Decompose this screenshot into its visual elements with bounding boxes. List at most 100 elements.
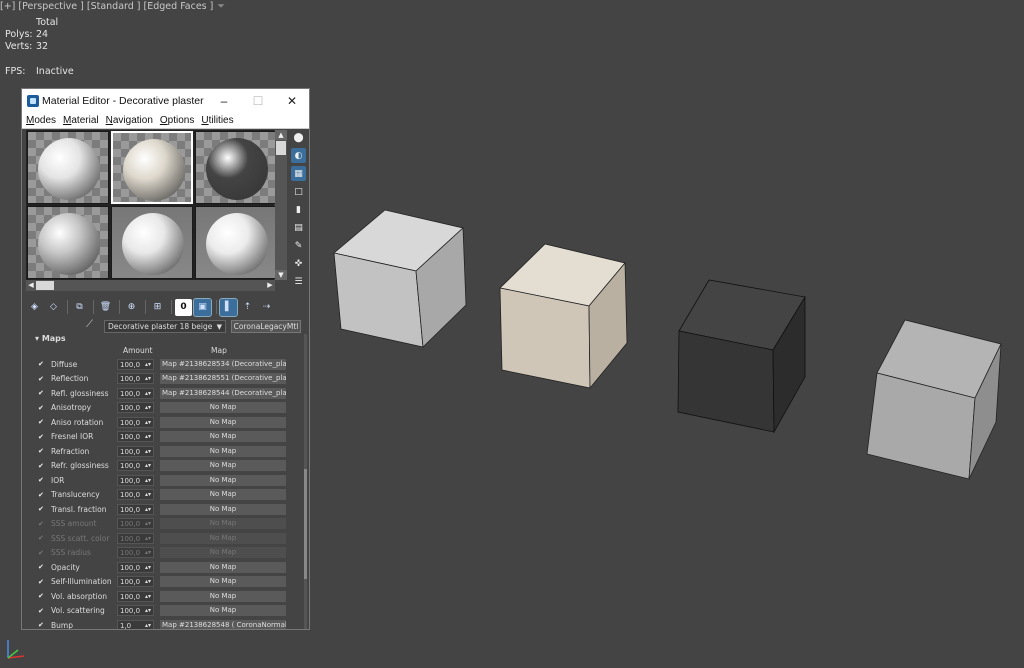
amount-spinner[interactable]: 100,0 ▴▾: [117, 518, 154, 530]
spinner-arrows-icon[interactable]: ▴▾: [145, 563, 151, 573]
reset-map-icon[interactable]: 🗑: [97, 299, 114, 316]
menu-modes[interactable]: Modes: [26, 115, 56, 126]
minimize-button[interactable]: –: [207, 94, 241, 108]
select-by-material-icon[interactable]: ✜: [291, 256, 306, 271]
map-enable-checkbox[interactable]: ✔: [38, 360, 46, 368]
options-icon[interactable]: ✎: [291, 238, 306, 253]
hscroll-thumb[interactable]: [36, 281, 54, 290]
map-button[interactable]: No Map: [160, 518, 286, 530]
background-checker-icon[interactable]: ▦: [291, 166, 306, 181]
map-enable-checkbox[interactable]: ✔: [38, 433, 46, 441]
spinner-arrows-icon[interactable]: ▴▾: [145, 519, 151, 529]
assign-to-selection-icon[interactable]: ⧉: [71, 299, 88, 316]
rollout-scroll-thumb[interactable]: [304, 469, 307, 579]
map-button[interactable]: No Map: [160, 503, 286, 515]
video-color-check-icon[interactable]: ▮: [291, 202, 306, 217]
map-button[interactable]: No Map: [160, 489, 286, 501]
map-button[interactable]: No Map: [160, 445, 286, 457]
amount-spinner[interactable]: 100,0 ▴▾: [117, 387, 154, 399]
map-button[interactable]: No Map: [160, 402, 286, 414]
amount-spinner[interactable]: 100,0 ▴▾: [117, 474, 154, 486]
cube-dark[interactable]: [677, 279, 806, 434]
material-slot[interactable]: [27, 206, 109, 279]
maximize-button[interactable]: ☐: [241, 94, 275, 108]
sample-uv-tiling-icon[interactable]: □: [291, 184, 306, 199]
map-button[interactable]: No Map: [160, 561, 286, 573]
map-enable-checkbox[interactable]: ✔: [38, 607, 46, 615]
maps-rollout-header[interactable]: ▾ Maps: [35, 334, 66, 343]
map-button[interactable]: No Map: [160, 532, 286, 544]
map-button[interactable]: Map #2138628548 ( CoronaNormal: [160, 619, 286, 629]
pick-material-eyedropper-icon[interactable]: ⟋: [86, 319, 100, 333]
map-button[interactable]: No Map: [160, 416, 286, 428]
material-editor-window[interactable]: Material Editor - Decorative plaster 18.…: [21, 88, 310, 630]
make-unique-icon[interactable]: ⊕: [123, 299, 140, 316]
make-preview-icon[interactable]: ▤: [291, 220, 306, 235]
go-forward-sibling-icon[interactable]: ⇢: [258, 299, 275, 316]
show-shaded-material-icon[interactable]: ▣: [193, 297, 212, 317]
amount-spinner[interactable]: 100,0 ▴▾: [117, 489, 154, 501]
map-button[interactable]: No Map: [160, 590, 286, 602]
cube-white[interactable]: [333, 209, 467, 348]
map-button[interactable]: No Map: [160, 474, 286, 486]
amount-spinner[interactable]: 100,0 ▴▾: [117, 358, 154, 370]
spinner-arrows-icon[interactable]: ▴▾: [145, 505, 151, 515]
map-button[interactable]: Map #2138628544 (Decorative_plast: [160, 387, 286, 399]
get-material-icon[interactable]: ◈: [26, 299, 43, 316]
amount-spinner[interactable]: 100,0 ▴▾: [117, 605, 154, 617]
amount-spinner[interactable]: 1,0 ▴▾: [117, 619, 154, 629]
amount-spinner[interactable]: 100,0 ▴▾: [117, 445, 154, 457]
map-button[interactable]: No Map: [160, 605, 286, 617]
map-enable-checkbox[interactable]: ✔: [38, 520, 46, 528]
scroll-down-icon[interactable]: ▼: [275, 270, 287, 280]
spinner-arrows-icon[interactable]: ▴▾: [145, 432, 151, 442]
material-slot[interactable]: [111, 131, 193, 204]
close-button[interactable]: ✕: [275, 94, 309, 108]
spinner-arrows-icon[interactable]: ▴▾: [145, 592, 151, 602]
menu-options[interactable]: Options: [160, 115, 194, 126]
material-type-button[interactable]: CoronaLegacyMtl: [231, 319, 301, 333]
spinner-arrows-icon[interactable]: ▴▾: [145, 606, 151, 616]
cube-beige[interactable]: [499, 243, 628, 390]
map-enable-checkbox[interactable]: ✔: [38, 621, 46, 629]
material-name-dropdown[interactable]: Decorative plaster 18 beige ▼: [104, 319, 226, 333]
spinner-arrows-icon[interactable]: ▴▾: [145, 621, 151, 629]
spinner-arrows-icon[interactable]: ▴▾: [145, 418, 151, 428]
map-enable-checkbox[interactable]: ✔: [38, 592, 46, 600]
map-enable-checkbox[interactable]: ✔: [38, 505, 46, 513]
spinner-arrows-icon[interactable]: ▴▾: [145, 476, 151, 486]
material-map-navigator-icon[interactable]: ☰: [291, 274, 306, 289]
spinner-arrows-icon[interactable]: ▴▾: [145, 389, 151, 399]
amount-spinner[interactable]: 100,0 ▴▾: [117, 416, 154, 428]
map-enable-checkbox[interactable]: ✔: [38, 404, 46, 412]
material-id-channel-icon[interactable]: 0: [175, 298, 192, 316]
spinner-arrows-icon[interactable]: ▴▾: [145, 534, 151, 544]
material-slot[interactable]: [27, 131, 109, 204]
spinner-arrows-icon[interactable]: ▴▾: [145, 360, 151, 370]
spinner-arrows-icon[interactable]: ▴▾: [145, 403, 151, 413]
map-button[interactable]: Map #2138628551 (Decorative_plast: [160, 373, 286, 385]
show-end-result-icon[interactable]: ▌: [219, 297, 238, 317]
spinner-arrows-icon[interactable]: ▴▾: [145, 374, 151, 384]
map-enable-checkbox[interactable]: ✔: [38, 476, 46, 484]
backlight-icon[interactable]: ◐: [291, 148, 306, 163]
menu-utilities[interactable]: Utilities: [201, 115, 233, 126]
go-to-parent-icon[interactable]: ⇡: [239, 299, 256, 316]
map-enable-checkbox[interactable]: ✔: [38, 418, 46, 426]
scroll-left-icon[interactable]: ◀: [26, 280, 36, 291]
put-to-scene-icon[interactable]: ◇: [45, 299, 62, 316]
amount-spinner[interactable]: 100,0 ▴▾: [117, 402, 154, 414]
amount-spinner[interactable]: 100,0 ▴▾: [117, 431, 154, 443]
amount-spinner[interactable]: 100,0 ▴▾: [117, 590, 154, 602]
map-enable-checkbox[interactable]: ✔: [38, 389, 46, 397]
put-to-library-icon[interactable]: ⊞: [149, 299, 166, 316]
menu-navigation[interactable]: Navigation: [106, 115, 153, 126]
slots-vertical-scrollbar[interactable]: ▲ ▼: [275, 130, 287, 280]
map-button[interactable]: No Map: [160, 547, 286, 559]
map-enable-checkbox[interactable]: ✔: [38, 578, 46, 586]
rollout-scrollbar[interactable]: [304, 334, 307, 629]
spinner-arrows-icon[interactable]: ▴▾: [145, 447, 151, 457]
amount-spinner[interactable]: 100,0 ▴▾: [117, 547, 154, 559]
material-slot[interactable]: [195, 131, 277, 204]
menu-material[interactable]: Material: [63, 115, 99, 126]
